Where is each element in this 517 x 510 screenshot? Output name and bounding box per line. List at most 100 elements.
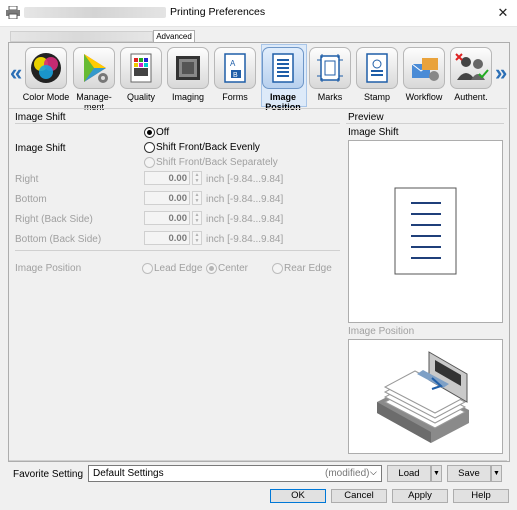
modified-indicator: (modified) [325,468,370,479]
load-button[interactable]: Load [387,465,431,482]
radio-shift-evenly[interactable]: Shift Front/Back Evenly [144,142,344,154]
page-preview-icon [394,187,457,275]
redacted-printer-name [24,7,166,18]
field-unit: inch [-9.84...9.84] [206,234,284,245]
forms-icon: A B [214,47,256,89]
group-divider [15,250,340,251]
imaging-icon [167,47,209,89]
image-position-label: Image Position [15,263,82,274]
ok-button[interactable]: OK [270,489,326,503]
field-unit: inch [-9.84...9.84] [206,214,284,225]
radio-label: Off [156,127,170,138]
tool-label: Forms [222,92,248,102]
color-mode-icon [25,47,67,89]
radio-button [144,127,155,138]
field-unit: inch [-9.84...9.84] [206,174,284,185]
radio-label: Center [218,263,249,274]
radio-button [144,142,155,153]
favorite-value: Default Settings [93,468,164,479]
tool-label: Stamp [363,92,390,102]
tool-label: Workflow [405,92,443,102]
quality-icon [120,47,162,89]
tool-stamp[interactable]: Stamp [355,47,399,102]
tool-marks[interactable]: Marks [308,47,352,102]
radio-off[interactable]: Off [144,127,344,139]
radio-label: Shift Front/Back Evenly [156,142,260,153]
image-position-icon [262,47,304,89]
svg-text:B: B [233,72,238,79]
radio-rear-edge: Rear Edge [272,263,336,275]
close-button[interactable]: ✕ [494,4,512,22]
save-button[interactable]: Save [447,465,491,482]
bottom-input: 0.00 [144,191,190,205]
paper-tray-icon [377,351,469,443]
bottom-back-spinner: ▲ ▼ [192,231,202,245]
bottom-spinner: ▲ ▼ [192,191,202,205]
radio-shift-separately: Shift Front/Back Separately [144,157,344,169]
right-back-input: 0.00 [144,211,190,225]
tool-label: Image Position [265,92,301,112]
tool-forms[interactable]: A B Forms [213,47,257,102]
svg-text:A: A [230,59,236,68]
image-shift-preview [348,140,503,323]
load-menu-button[interactable]: ▼ [431,465,442,482]
radio-center: Center [206,263,266,275]
radio-button [206,263,217,274]
printer-icon [6,6,20,19]
preview-shift-label: Image Shift [348,127,399,138]
right-back-spinner: ▲ ▼ [192,211,202,225]
radio-label: Rear Edge [284,263,332,274]
field-label-bottom: Bottom [15,194,47,205]
radio-button [144,157,155,168]
tool-workflow[interactable]: Workflow [402,47,446,102]
radio-button [142,263,153,274]
tab-redacted[interactable] [10,31,153,42]
toolbar-divider [9,108,507,109]
tool-quality[interactable]: Quality [119,47,163,102]
field-label-right-back: Right (Back Side) [15,214,93,225]
help-button[interactable]: Help [453,489,509,503]
bottom-back-input: 0.00 [144,231,190,245]
field-unit: inch [-9.84...9.84] [206,194,284,205]
favorite-setting-select[interactable]: Default Settings (modified) ⌵ [88,465,382,482]
tool-label: Imaging [171,92,205,102]
management-icon [73,47,115,89]
workflow-icon [403,47,445,89]
group-divider [15,123,340,124]
preview-position-label: Image Position [348,326,415,337]
window-title: Printing Preferences [170,6,266,18]
scroll-left-button[interactable]: « [10,60,22,86]
image-shift-label: Image Shift [15,143,66,154]
radio-label: Lead Edge [154,263,203,274]
tool-label: Quality [126,92,155,102]
image-position-preview [348,339,503,454]
marks-icon [309,47,351,89]
radio-lead-edge: Lead Edge [142,263,204,275]
tool-image-position[interactable]: Image Position [261,47,305,112]
tool-management[interactable]: Manage- ment [72,47,116,112]
tool-color-mode[interactable]: Color Mode [23,47,69,102]
image-shift-group-title: Image Shift [15,112,66,123]
radio-button [272,263,283,274]
tool-label: Marks [317,92,343,102]
cancel-button[interactable]: Cancel [331,489,387,503]
footer-divider [9,460,507,461]
field-label-bottom-back: Bottom (Back Side) [15,234,102,245]
field-label-right: Right [15,174,39,185]
tool-authentication[interactable]: Authent. [449,47,493,102]
preview-title: Preview [348,112,384,123]
tool-label: Manage- ment [76,92,112,112]
right-spinner: ▲ ▼ [192,171,202,185]
radio-label: Shift Front/Back Separately [156,157,278,168]
tool-label: Color Mode [22,92,70,102]
apply-button[interactable]: Apply [392,489,448,503]
favorite-label: Favorite Setting [13,469,84,480]
save-menu-button[interactable]: ▼ [491,465,502,482]
tool-imaging[interactable]: Imaging [166,47,210,102]
chevron-down-icon: ⌵ [370,467,377,477]
scroll-right-button[interactable]: » [495,60,507,86]
right-input: 0.00 [144,171,190,185]
group-divider [346,123,504,124]
stamp-icon [356,47,398,89]
tool-label: Authent. [454,92,488,102]
